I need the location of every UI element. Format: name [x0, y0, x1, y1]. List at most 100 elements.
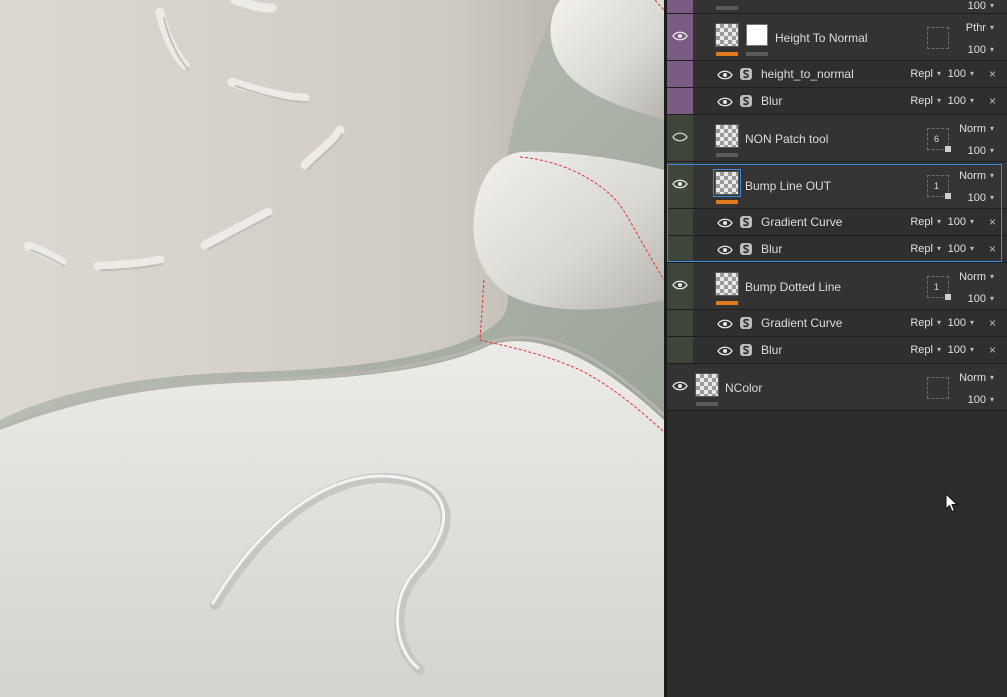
- chevron-down-icon: ▾: [989, 294, 994, 303]
- blend-mode-dropdown[interactable]: Norm ▾: [959, 372, 994, 384]
- blend-mode-value: Repl: [910, 216, 933, 228]
- blend-mode-dropdown[interactable]: Repl ▾: [910, 216, 941, 228]
- effect-row-blur[interactable]: Blur Repl ▾ 100 ▾ ×: [667, 88, 1007, 115]
- blend-mode-dropdown[interactable]: Norm ▾: [959, 271, 994, 283]
- layer-name[interactable]: Bump Dotted Line: [745, 280, 841, 294]
- opacity-dropdown[interactable]: 100 ▾: [968, 293, 994, 305]
- close-icon[interactable]: ×: [989, 94, 996, 108]
- layer-thumbnail[interactable]: [695, 373, 719, 397]
- eye-icon[interactable]: [717, 96, 733, 108]
- eye-icon[interactable]: [717, 318, 733, 330]
- mask-slot[interactable]: 1: [927, 276, 951, 300]
- chevron-down-icon: ▾: [989, 272, 994, 281]
- effect-name[interactable]: Blur: [761, 94, 782, 108]
- mask-slot[interactable]: [927, 377, 949, 399]
- layer-row-bump-dotted-line[interactable]: Bump Dotted Line 1 Norm ▾ 100 ▾: [667, 263, 1007, 310]
- close-icon[interactable]: ×: [989, 215, 996, 229]
- opacity-value: 100: [947, 95, 966, 107]
- blend-mode-dropdown[interactable]: Norm ▾: [959, 170, 994, 182]
- layer-thumbnail[interactable]: [715, 272, 739, 296]
- chevron-down-icon: ▾: [969, 69, 974, 78]
- eye-icon[interactable]: [672, 380, 688, 392]
- opacity-dropdown[interactable]: 100 ▾: [948, 95, 974, 107]
- blend-mode-dropdown[interactable]: Repl ▾: [910, 243, 941, 255]
- layer-name[interactable]: Bump Line OUT: [745, 179, 831, 193]
- blend-mode-dropdown[interactable]: Norm ▾: [959, 123, 994, 135]
- mask-slot[interactable]: 1: [927, 175, 951, 199]
- effect-row-gradient-curve[interactable]: Gradient Curve Repl ▾ 100 ▾ ×: [667, 209, 1007, 236]
- chevron-down-icon: ▾: [936, 96, 941, 105]
- eye-closed-icon[interactable]: [672, 131, 688, 143]
- opacity-value: 100: [947, 216, 966, 228]
- blend-mode-dropdown[interactable]: Pthr ▾: [966, 22, 994, 34]
- layer-name[interactable]: Height To Normal: [775, 31, 867, 45]
- close-icon[interactable]: ×: [989, 316, 996, 330]
- viewport-render[interactable]: [0, 0, 664, 697]
- chevron-down-icon: ▾: [936, 217, 941, 226]
- layer-group-strip: [667, 0, 693, 13]
- layer-thumbnail[interactable]: [713, 169, 741, 197]
- eye-icon[interactable]: [672, 279, 688, 291]
- layer-row-height-to-normal[interactable]: Height To Normal Pthr ▾ 100 ▾: [667, 14, 1007, 61]
- effect-row-height-to-normal[interactable]: height_to_normal Repl ▾ 100 ▾ ×: [667, 61, 1007, 88]
- chevron-down-icon: ▾: [969, 345, 974, 354]
- effect-row-gradient-curve[interactable]: Gradient Curve Repl ▾ 100 ▾ ×: [667, 310, 1007, 337]
- opacity-dropdown[interactable]: 100 ▾: [968, 44, 994, 56]
- effect-row-blur[interactable]: Blur Repl ▾ 100 ▾ ×: [667, 236, 1007, 263]
- blend-mode-dropdown[interactable]: Repl ▾: [910, 344, 941, 356]
- blend-mode-dropdown[interactable]: Repl ▾: [910, 317, 941, 329]
- opacity-dropdown[interactable]: 100 ▾: [948, 68, 974, 80]
- eye-icon[interactable]: [717, 217, 733, 229]
- mask-slot[interactable]: 6: [927, 128, 951, 152]
- layer-row-partial[interactable]: 100 ▾: [667, 0, 1007, 14]
- blend-mode-dropdown[interactable]: Repl ▾: [910, 68, 941, 80]
- mask-slot[interactable]: [927, 27, 949, 49]
- effect-name[interactable]: height_to_normal: [761, 67, 854, 81]
- layer-color-bar: [716, 301, 738, 305]
- 3d-viewport[interactable]: [0, 0, 664, 697]
- eye-icon[interactable]: [717, 244, 733, 256]
- opacity-dropdown[interactable]: 100 ▾: [968, 192, 994, 204]
- substance-icon: [740, 95, 752, 107]
- effect-name[interactable]: Blur: [761, 242, 782, 256]
- layer-stack-empty-area[interactable]: [667, 412, 1007, 697]
- mask-count: 6: [934, 134, 940, 144]
- layer-thumbnail[interactable]: [715, 23, 739, 47]
- blend-mode-value: Repl: [910, 95, 933, 107]
- substance-icon: [740, 216, 752, 228]
- eye-icon[interactable]: [672, 30, 688, 42]
- opacity-dropdown[interactable]: 100 ▾: [968, 145, 994, 157]
- eye-icon[interactable]: [717, 345, 733, 357]
- substance-icon: [740, 344, 752, 356]
- blend-mode-dropdown[interactable]: Repl ▾: [910, 95, 941, 107]
- opacity-value: 100: [967, 394, 986, 406]
- effect-row-blur[interactable]: Blur Repl ▾ 100 ▾ ×: [667, 337, 1007, 364]
- eye-icon[interactable]: [717, 69, 733, 81]
- close-icon[interactable]: ×: [989, 242, 996, 256]
- substance-icon: [740, 243, 752, 255]
- substance-icon: [740, 68, 752, 80]
- layer-thumbnail[interactable]: [715, 124, 739, 148]
- layer-group-strip: [667, 209, 693, 235]
- effect-name[interactable]: Gradient Curve: [761, 316, 842, 330]
- layer-mask-thumbnail[interactable]: [746, 24, 768, 46]
- layer-row-ncolor[interactable]: NColor Norm ▾ 100 ▾: [667, 364, 1007, 411]
- opacity-dropdown[interactable]: 100 ▾: [968, 0, 994, 12]
- layer-row-non-patch-tool[interactable]: NON Patch tool 6 Norm ▾ 100 ▾: [667, 115, 1007, 162]
- blend-mode-value: Repl: [910, 243, 933, 255]
- close-icon[interactable]: ×: [989, 67, 996, 81]
- opacity-dropdown[interactable]: 100 ▾: [948, 243, 974, 255]
- eye-icon[interactable]: [672, 178, 688, 190]
- blend-mode-value: Repl: [910, 344, 933, 356]
- effect-name[interactable]: Gradient Curve: [761, 215, 842, 229]
- layer-name[interactable]: NColor: [725, 381, 762, 395]
- close-icon[interactable]: ×: [989, 343, 996, 357]
- opacity-dropdown[interactable]: 100 ▾: [948, 344, 974, 356]
- chevron-down-icon: ▾: [969, 217, 974, 226]
- effect-name[interactable]: Blur: [761, 343, 782, 357]
- opacity-dropdown[interactable]: 100 ▾: [948, 317, 974, 329]
- layer-row-bump-line-out[interactable]: Bump Line OUT 1 Norm ▾ 100 ▾: [667, 162, 1007, 209]
- opacity-dropdown[interactable]: 100 ▾: [948, 216, 974, 228]
- layer-name[interactable]: NON Patch tool: [745, 132, 828, 146]
- opacity-dropdown[interactable]: 100 ▾: [968, 394, 994, 406]
